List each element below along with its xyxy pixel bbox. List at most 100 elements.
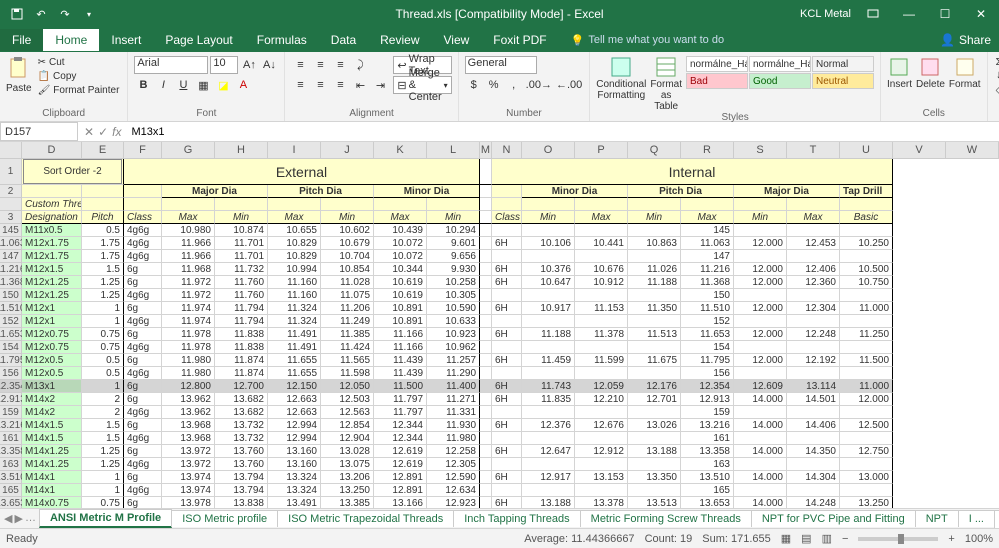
cell[interactable]: 13.324 [268, 484, 321, 497]
cell[interactable] [522, 432, 575, 445]
cell[interactable]: 6H [492, 445, 522, 458]
cell[interactable]: 11.160 [268, 276, 321, 289]
cell[interactable] [628, 250, 681, 263]
cell[interactable]: 12.663 [268, 393, 321, 406]
cell[interactable]: 13.838 [215, 497, 268, 508]
cell[interactable]: 1.25 [82, 445, 124, 458]
cell[interactable] [522, 341, 575, 354]
cell[interactable] [480, 406, 492, 419]
cell[interactable] [575, 289, 628, 302]
cell[interactable]: 4g6g [124, 315, 162, 328]
col-E[interactable]: E [82, 142, 124, 159]
align-center-button[interactable]: ≡ [311, 76, 329, 94]
cell[interactable]: 11.439 [374, 367, 427, 380]
view-normal-icon[interactable]: ▦ [781, 532, 791, 545]
cell[interactable]: 0.5 [82, 367, 124, 380]
cell[interactable]: 11.675 [628, 354, 681, 367]
cell[interactable]: 1 [82, 302, 124, 315]
cell[interactable]: 10.376 [522, 263, 575, 276]
cell[interactable]: 12.994 [268, 419, 321, 432]
cell[interactable] [492, 432, 522, 445]
cell[interactable]: M14x2 [22, 393, 82, 406]
cell[interactable]: 13.075 [321, 458, 374, 471]
cell[interactable]: 12.500 [840, 419, 893, 432]
col-D[interactable]: D [22, 142, 82, 159]
cell-styles-gallery[interactable]: normálne_Há... normálne_Há... Normal Bad… [686, 56, 874, 89]
autosum-button[interactable]: ΣAutoSum [994, 56, 999, 69]
cut-button[interactable]: ✂Cut [36, 56, 122, 69]
cell[interactable]: 4g6g [124, 458, 162, 471]
cell[interactable]: 11.500 [374, 380, 427, 393]
cell[interactable] [734, 250, 787, 263]
cell[interactable]: 11.972 [162, 289, 215, 302]
cell[interactable]: 13.250 [321, 484, 374, 497]
cell[interactable]: 13.250 [840, 497, 893, 508]
cell[interactable]: 13.385 [321, 497, 374, 508]
cell[interactable]: 11.794 [215, 315, 268, 328]
cell[interactable]: 11.324 [268, 315, 321, 328]
cell[interactable]: 11.188 [522, 328, 575, 341]
undo-icon[interactable]: ↶ [32, 5, 50, 23]
cell[interactable] [480, 471, 492, 484]
cell[interactable] [480, 367, 492, 380]
cell[interactable]: 10.923 [427, 328, 480, 341]
cell[interactable]: 10.258 [427, 276, 480, 289]
insert-cells-button[interactable]: Insert [887, 56, 912, 90]
cell[interactable]: 6g [124, 497, 162, 508]
row-header[interactable]: 156 [0, 367, 22, 380]
cell[interactable]: 13.166 [374, 497, 427, 508]
cell[interactable] [734, 315, 787, 328]
sheet-tab-2[interactable]: ISO Metric Trapezoidal Threads [277, 510, 454, 527]
cell[interactable]: 9.656 [427, 250, 480, 263]
cell[interactable] [575, 224, 628, 237]
cell[interactable]: 11.290 [427, 367, 480, 380]
cell[interactable] [734, 367, 787, 380]
cell[interactable]: 6g [124, 445, 162, 458]
cell[interactable]: 6g [124, 380, 162, 393]
cell[interactable]: 1.25 [82, 289, 124, 302]
cell[interactable]: 10.994 [268, 263, 321, 276]
cell[interactable]: 12.000 [734, 354, 787, 367]
cell[interactable]: 13.350 [628, 471, 681, 484]
cell[interactable] [787, 250, 840, 263]
tell-me[interactable]: 💡 Tell me what you want to do [571, 34, 724, 47]
cell[interactable]: 11.513 [628, 328, 681, 341]
tab-insert[interactable]: Insert [99, 29, 153, 51]
cell[interactable]: 12.913 [681, 393, 734, 406]
cell[interactable]: 11.655 [268, 354, 321, 367]
cell[interactable]: 4g6g [124, 224, 162, 237]
cell[interactable]: 13.962 [162, 393, 215, 406]
cell[interactable] [480, 341, 492, 354]
cell[interactable]: 11.874 [215, 367, 268, 380]
cell[interactable]: 13.732 [215, 419, 268, 432]
share-button[interactable]: 👤 Share [940, 33, 991, 47]
cell[interactable] [480, 328, 492, 341]
cell[interactable]: 12.176 [628, 380, 681, 393]
cell[interactable] [492, 289, 522, 302]
cell[interactable]: 13.974 [162, 484, 215, 497]
cell[interactable]: 11.491 [268, 341, 321, 354]
format-as-table-button[interactable]: Format as Table [650, 56, 682, 112]
border-button[interactable]: ▦ [194, 76, 212, 94]
row-header[interactable]: 163 [0, 458, 22, 471]
cell[interactable]: M12x0.5 [22, 354, 82, 367]
redo-icon[interactable]: ↷ [56, 5, 74, 23]
sheet-tab-active[interactable]: ANSI Metric M Profile [39, 509, 172, 528]
cell[interactable] [480, 315, 492, 328]
cell[interactable] [480, 380, 492, 393]
cell[interactable]: 1.25 [82, 458, 124, 471]
cell[interactable]: 12.647 [522, 445, 575, 458]
row-header[interactable]: 13.653 [0, 497, 22, 508]
cell[interactable]: M12x0.5 [22, 367, 82, 380]
cell[interactable] [522, 250, 575, 263]
cell[interactable] [787, 315, 840, 328]
sheet-tab-6[interactable]: NPT [915, 510, 959, 527]
cell[interactable]: 13.682 [215, 393, 268, 406]
cell[interactable]: M14x1.5 [22, 432, 82, 445]
row-header[interactable]: 152 [0, 315, 22, 328]
cell[interactable]: 1.75 [82, 250, 124, 263]
cell[interactable]: 10.679 [321, 237, 374, 250]
cell[interactable]: 13.513 [628, 497, 681, 508]
cell[interactable] [492, 484, 522, 497]
cell[interactable]: 10.602 [321, 224, 374, 237]
